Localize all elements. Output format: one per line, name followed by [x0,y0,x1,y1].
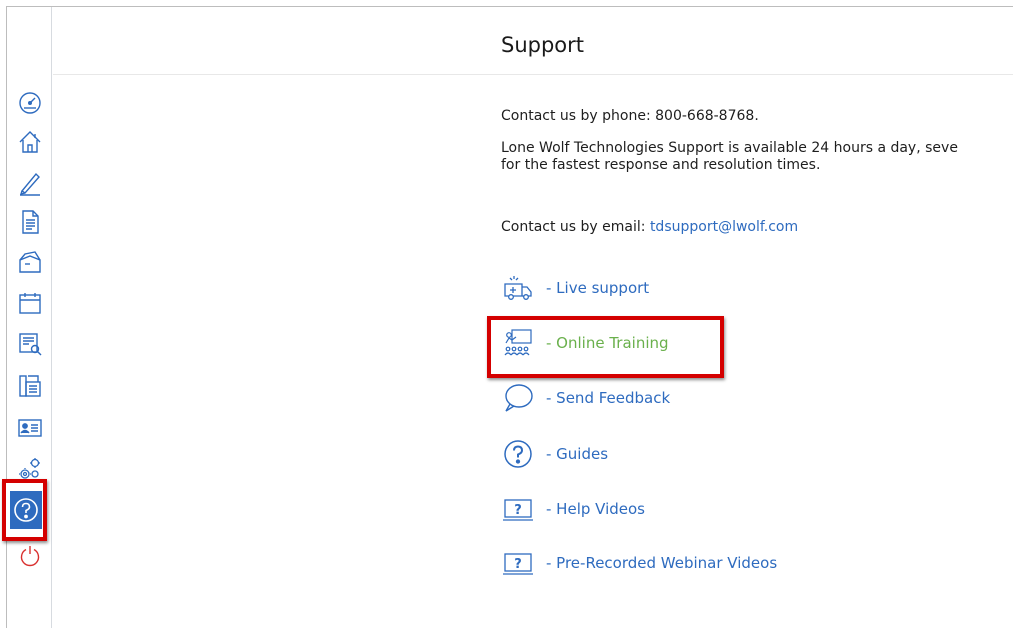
svg-text:?: ? [514,503,522,518]
power-icon[interactable] [19,545,41,567]
support-content: Contact us by phone: 800-668-8768. Lone … [501,0,1013,628]
email-line: Contact us by email: tdsupport@lwolf.com [501,218,798,236]
help-nav-item[interactable] [10,491,42,529]
guides-label: - Guides [546,445,609,463]
box-icon[interactable] [15,248,45,278]
help-videos-link[interactable]: ? - Help Videos [501,492,645,526]
dashboard-icon[interactable] [15,87,45,117]
live-support-label: - Live support [546,279,650,297]
fax-icon[interactable] [15,371,45,401]
send-feedback-link[interactable]: - Send Feedback [501,381,670,415]
report-search-icon[interactable] [15,329,45,359]
availability-line-2: for the fastest response and resolution … [501,157,821,173]
video-screen-icon: ? [501,492,535,526]
calendar-icon[interactable] [15,288,45,318]
pen-icon[interactable] [15,168,45,198]
send-feedback-label: - Send Feedback [546,389,671,407]
document-icon[interactable] [15,207,45,237]
online-training-label: - Online Training [546,334,669,352]
guides-link[interactable]: - Guides [501,437,608,471]
live-support-link[interactable]: - Live support [501,271,649,305]
video-screen-icon: ? [501,546,535,580]
ambulance-icon [501,271,535,305]
question-circle-icon [501,437,535,471]
speech-bubble-icon [501,381,535,415]
svg-text:?: ? [514,557,522,572]
help-videos-label: - Help Videos [546,500,645,518]
training-class-icon [501,326,535,360]
contact-card-icon[interactable] [15,413,45,443]
online-training-link[interactable]: - Online Training [501,326,669,360]
phone-text: Contact us by phone: 800-668-8768. [501,108,759,124]
email-link[interactable]: tdsupport@lwolf.com [650,219,798,235]
help-icon [14,498,38,522]
home-icon[interactable] [15,127,45,157]
availability-line-1: Lone Wolf Technologies Support is availa… [501,140,958,156]
email-prefix: Contact us by email: [501,219,650,235]
webinar-videos-label: - Pre-Recorded Webinar Videos [546,554,778,572]
webinar-videos-link[interactable]: ? - Pre-Recorded Webinar Videos [501,546,777,580]
help-nav-highlight [2,479,47,541]
